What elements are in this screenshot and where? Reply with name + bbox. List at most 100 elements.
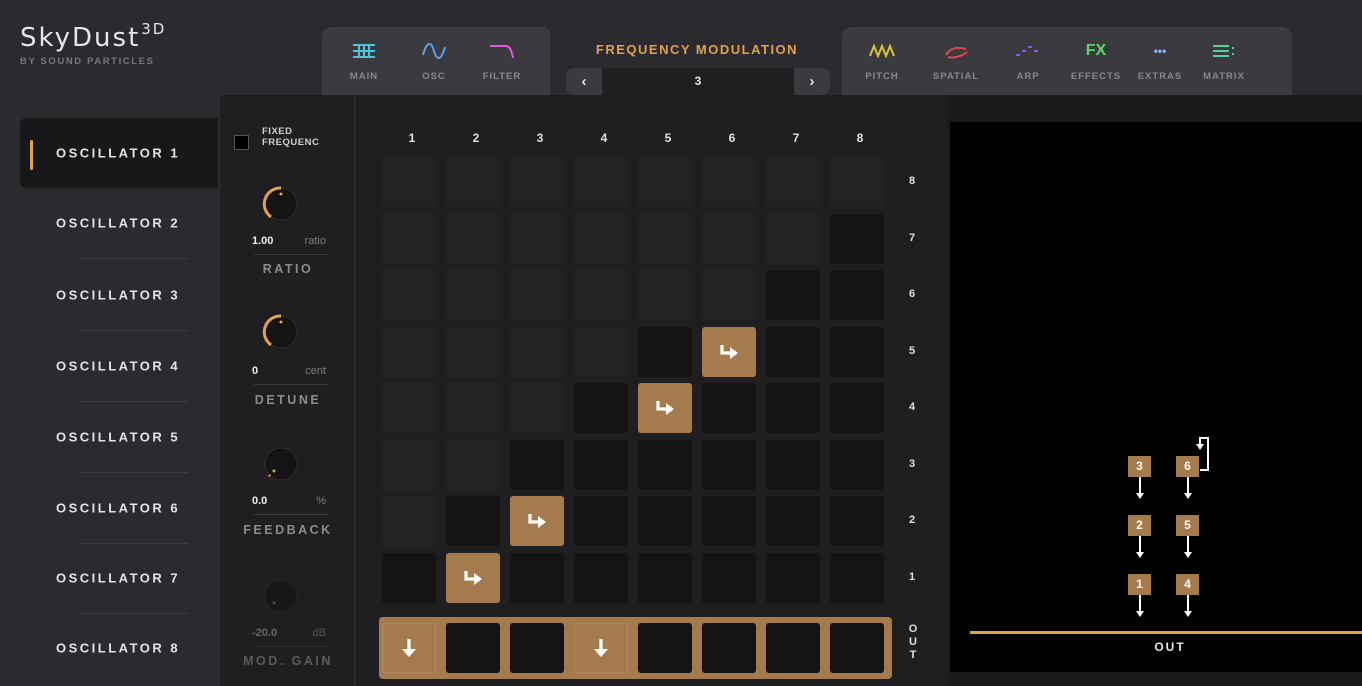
tab-pitch[interactable]: PITCH [854,40,910,82]
matrix-cell[interactable] [510,157,564,207]
tab-effects[interactable]: FX EFFECTS [1068,40,1124,82]
ratio-knob[interactable] [262,185,300,223]
matrix-cell-active[interactable] [702,326,756,377]
tab-spatial-label: SPATIAL [932,71,980,82]
matrix-cell[interactable] [830,213,884,264]
matrix-cell[interactable] [574,552,628,603]
matrix-cell-active[interactable] [638,383,692,433]
out-cell-active[interactable] [574,623,628,673]
matrix-cell[interactable] [830,383,884,433]
matrix-cell[interactable] [574,439,628,490]
matrix-cell[interactable] [702,496,756,546]
out-cell[interactable] [766,623,820,673]
feedback-knob[interactable] [262,445,300,483]
matrix-cell[interactable] [638,552,692,603]
matrix-cell[interactable] [446,157,500,207]
matrix-cell[interactable] [702,552,756,603]
matrix-cell[interactable] [638,326,692,377]
matrix-cell[interactable] [702,270,756,320]
tab-filter[interactable]: FILTER [474,40,530,82]
matrix-cell[interactable] [510,383,564,433]
sidebar-item-oscillator-2[interactable]: OSCILLATOR 2 [20,188,218,259]
matrix-cell[interactable] [574,213,628,264]
fixed-label-line-1: FIXED [262,126,293,137]
sidebar-item-oscillator-3[interactable]: OSCILLATOR 3 [20,260,218,331]
sidebar-item-oscillator-4[interactable]: OSCILLATOR 4 [20,331,218,402]
matrix-cell[interactable] [766,157,820,207]
tab-spatial[interactable]: SPATIAL [928,40,984,82]
matrix-cell[interactable] [766,552,820,603]
next-algorithm-button[interactable]: › [794,68,830,95]
matrix-cell-active[interactable] [446,552,500,603]
tab-matrix[interactable]: MATRIX [1196,40,1252,82]
matrix-cell[interactable] [574,383,628,433]
tab-extras[interactable]: ••• EXTRAS [1132,40,1188,82]
matrix-cell[interactable] [382,213,436,264]
mod-gain-knob[interactable] [262,577,300,615]
out-cell[interactable] [702,623,756,673]
matrix-cell[interactable] [574,326,628,377]
out-cell[interactable] [830,623,884,673]
matrix-cell[interactable] [382,496,436,546]
ratio-unit: ratio [304,235,326,247]
matrix-cell[interactable] [638,213,692,264]
matrix-cell[interactable] [446,270,500,320]
matrix-cell[interactable] [446,383,500,433]
matrix-cell[interactable] [382,552,436,603]
matrix-cell[interactable] [446,213,500,264]
matrix-cell[interactable] [830,326,884,377]
tab-main[interactable]: MAIN [336,40,392,82]
matrix-cell[interactable] [382,326,436,377]
matrix-cell[interactable] [766,270,820,320]
matrix-cell[interactable] [702,157,756,207]
matrix-cell[interactable] [574,157,628,207]
sidebar-item-oscillator-8[interactable]: OSCILLATOR 8 [20,613,218,683]
matrix-cell[interactable] [830,552,884,603]
matrix-cell[interactable] [382,439,436,490]
out-cell-active[interactable] [382,623,436,673]
matrix-cell[interactable] [702,439,756,490]
out-cell[interactable] [638,623,692,673]
tab-arp[interactable]: ARP [1000,40,1056,82]
matrix-cell[interactable] [574,496,628,546]
matrix-cell[interactable] [766,326,820,377]
matrix-cell-active[interactable] [510,496,564,546]
matrix-cell[interactable] [382,270,436,320]
fixed-frequency-checkbox[interactable] [234,135,249,150]
matrix-cell[interactable] [510,213,564,264]
matrix-cell[interactable] [830,439,884,490]
matrix-row-label: 5 [908,344,916,357]
sidebar-item-oscillator-7[interactable]: OSCILLATOR 7 [20,543,218,614]
matrix-cell[interactable] [574,270,628,320]
matrix-cell[interactable] [510,552,564,603]
matrix-cell[interactable] [638,439,692,490]
matrix-cell[interactable] [830,157,884,207]
matrix-cell[interactable] [702,383,756,433]
matrix-cell[interactable] [382,157,436,207]
matrix-cell[interactable] [830,496,884,546]
matrix-cell[interactable] [638,496,692,546]
prev-algorithm-button[interactable]: ‹ [566,68,602,95]
matrix-cell[interactable] [382,383,436,433]
matrix-cell[interactable] [766,496,820,546]
matrix-cell[interactable] [510,326,564,377]
out-cell[interactable] [446,623,500,673]
out-cell[interactable] [510,623,564,673]
matrix-cell[interactable] [510,439,564,490]
matrix-cell[interactable] [446,496,500,546]
matrix-cell[interactable] [510,270,564,320]
matrix-cell[interactable] [766,439,820,490]
matrix-cell[interactable] [766,213,820,264]
matrix-cell[interactable] [446,439,500,490]
matrix-cell[interactable] [446,326,500,377]
detune-knob[interactable] [262,313,300,351]
matrix-cell[interactable] [638,157,692,207]
matrix-cell[interactable] [830,270,884,320]
tab-osc[interactable]: OSC [406,40,462,82]
matrix-cell[interactable] [702,213,756,264]
sidebar-item-oscillator-5[interactable]: OSCILLATOR 5 [20,402,218,473]
sidebar-item-oscillator-6[interactable]: OSCILLATOR 6 [20,473,218,544]
matrix-cell[interactable] [638,270,692,320]
matrix-cell[interactable] [766,383,820,433]
sidebar-item-oscillator-1[interactable]: OSCILLATOR 1 [20,118,218,188]
